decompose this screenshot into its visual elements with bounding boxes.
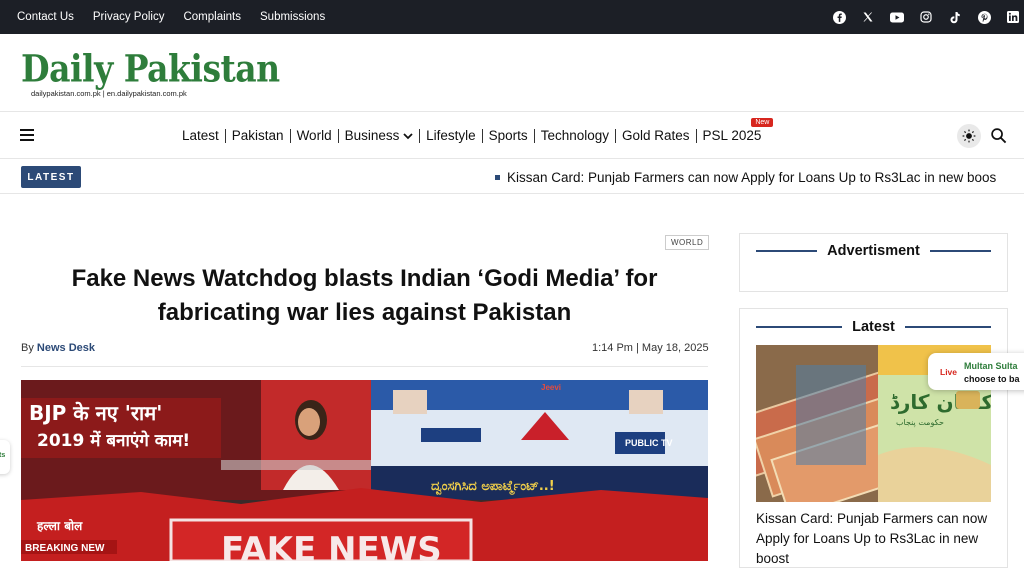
nav-item-latest[interactable]: Latest xyxy=(176,128,225,143)
social-icons xyxy=(832,0,1020,34)
latest-ticker: LATEST Kissan Card: Punjab Farmers can n… xyxy=(0,160,1024,194)
instagram-icon[interactable] xyxy=(919,10,933,24)
nav-item-gold-rates[interactable]: Gold Rates xyxy=(616,128,696,143)
advertisement-title: Advertisment xyxy=(827,243,920,259)
youtube-icon[interactable] xyxy=(890,10,904,24)
nav-item-technology[interactable]: Technology xyxy=(535,128,615,143)
nav-item-sports[interactable]: Sports xyxy=(483,128,534,143)
x-icon[interactable] xyxy=(861,10,875,24)
advertisement-heading: Advertisment xyxy=(756,237,992,265)
main-nav: Latest Pakistan World Business Lifestyle… xyxy=(0,112,1024,159)
live-badge: Live xyxy=(940,367,958,377)
divider xyxy=(21,366,708,367)
contact-us-link[interactable]: Contact Us xyxy=(17,11,74,23)
live-popup[interactable]: Live Multan Sulta choose to ba xyxy=(928,353,1024,390)
hero-banner-line-1: BJP के नए 'राम' xyxy=(29,401,162,425)
author-link[interactable]: News Desk xyxy=(37,342,95,354)
advertisement-box: Advertisment xyxy=(739,233,1008,292)
latest-title: Latest xyxy=(852,319,895,335)
hero-banner-line-2: 2019 में बनाएंगे काम! xyxy=(37,430,190,451)
nav-item-psl-label: PSL 2025 xyxy=(702,128,762,143)
search-icon[interactable] xyxy=(990,127,1007,149)
byline-prefix: By xyxy=(21,342,34,354)
nav-item-business-label: Business xyxy=(344,128,400,143)
site-logo[interactable]: Daily Pakistan xyxy=(21,47,280,91)
hero-fakenews-text: FAKE NEWS xyxy=(221,530,442,561)
live-popup-text: Multan Sulta choose to ba xyxy=(964,360,1020,386)
facebook-icon[interactable] xyxy=(832,10,846,24)
hero-hallabol-text: हल्ला बोल xyxy=(36,519,83,533)
nav-item-lifestyle[interactable]: Lifestyle xyxy=(420,128,482,143)
hero-image: PUBLIC TV Jeevi ದ್ವಂಸಗಿಸಿದ ಅಪಾರ್ಟ್ಮೆಂಟ್.… xyxy=(21,380,708,561)
live-popup-line-1: Multan Sulta xyxy=(964,361,1018,371)
publish-date: 1:14 Pm | May 18, 2025 xyxy=(592,342,709,354)
nav-item-business[interactable]: Business xyxy=(339,128,420,143)
sidebar-story-title[interactable]: Kissan Card: Punjab Farmers can now Appl… xyxy=(756,509,996,569)
card-sub-text: حکومت پنجاب xyxy=(896,418,944,427)
new-badge: New xyxy=(751,118,774,127)
latest-heading: Latest xyxy=(756,313,991,341)
complaints-link[interactable]: Complaints xyxy=(183,11,241,23)
pinterest-icon[interactable] xyxy=(977,10,991,24)
hero-jeevi-text: Jeevi xyxy=(541,383,561,392)
nav-item-pakistan[interactable]: Pakistan xyxy=(226,128,290,143)
ticker-headline[interactable]: Kissan Card: Punjab Farmers can now Appl… xyxy=(495,160,996,194)
live-popup-line-2: choose to ba xyxy=(964,374,1020,384)
bullet-icon xyxy=(495,174,500,180)
hero-kannada-text: ದ್ವಂಸಗಿಸಿದ ಅಪಾರ್ಟ್ಮೆಂಟ್..! xyxy=(431,479,555,496)
latest-badge: LATEST xyxy=(21,166,81,188)
article-headline: Fake News Watchdog blasts Indian ‘Godi M… xyxy=(71,265,658,326)
theme-toggle-icon[interactable] xyxy=(957,124,981,148)
domain-links[interactable]: dailypakistan.com.pk | en.dailypakistan.… xyxy=(31,89,187,98)
category-tag[interactable]: WORLD xyxy=(665,235,710,250)
hero-channel-text: PUBLIC TV xyxy=(625,438,673,448)
linkedin-icon[interactable] xyxy=(1006,10,1020,24)
nav-item-world[interactable]: World xyxy=(291,128,338,143)
site-header: Daily Pakistan dailypakistan.com.pk | en… xyxy=(0,34,1024,112)
chevron-down-icon xyxy=(403,133,413,140)
hero-breaking-text: BREAKING NEW xyxy=(25,543,105,554)
submissions-link[interactable]: Submissions xyxy=(260,11,325,23)
privacy-policy-link[interactable]: Privacy Policy xyxy=(93,11,165,23)
menu-icon[interactable] xyxy=(20,129,34,141)
nav-item-psl[interactable]: PSL 2025 New xyxy=(697,118,774,143)
top-links: Contact Us Privacy Policy Complaints Sub… xyxy=(17,0,325,34)
tiktok-icon[interactable] xyxy=(948,10,962,24)
left-edge-popup[interactable]: ts xyxy=(0,440,10,474)
top-bar: Contact Us Privacy Policy Complaints Sub… xyxy=(0,0,1024,34)
ticker-text: Kissan Card: Punjab Farmers can now Appl… xyxy=(507,169,997,185)
nav-items: Latest Pakistan World Business Lifestyle… xyxy=(176,112,774,159)
byline: By News Desk xyxy=(21,342,95,354)
